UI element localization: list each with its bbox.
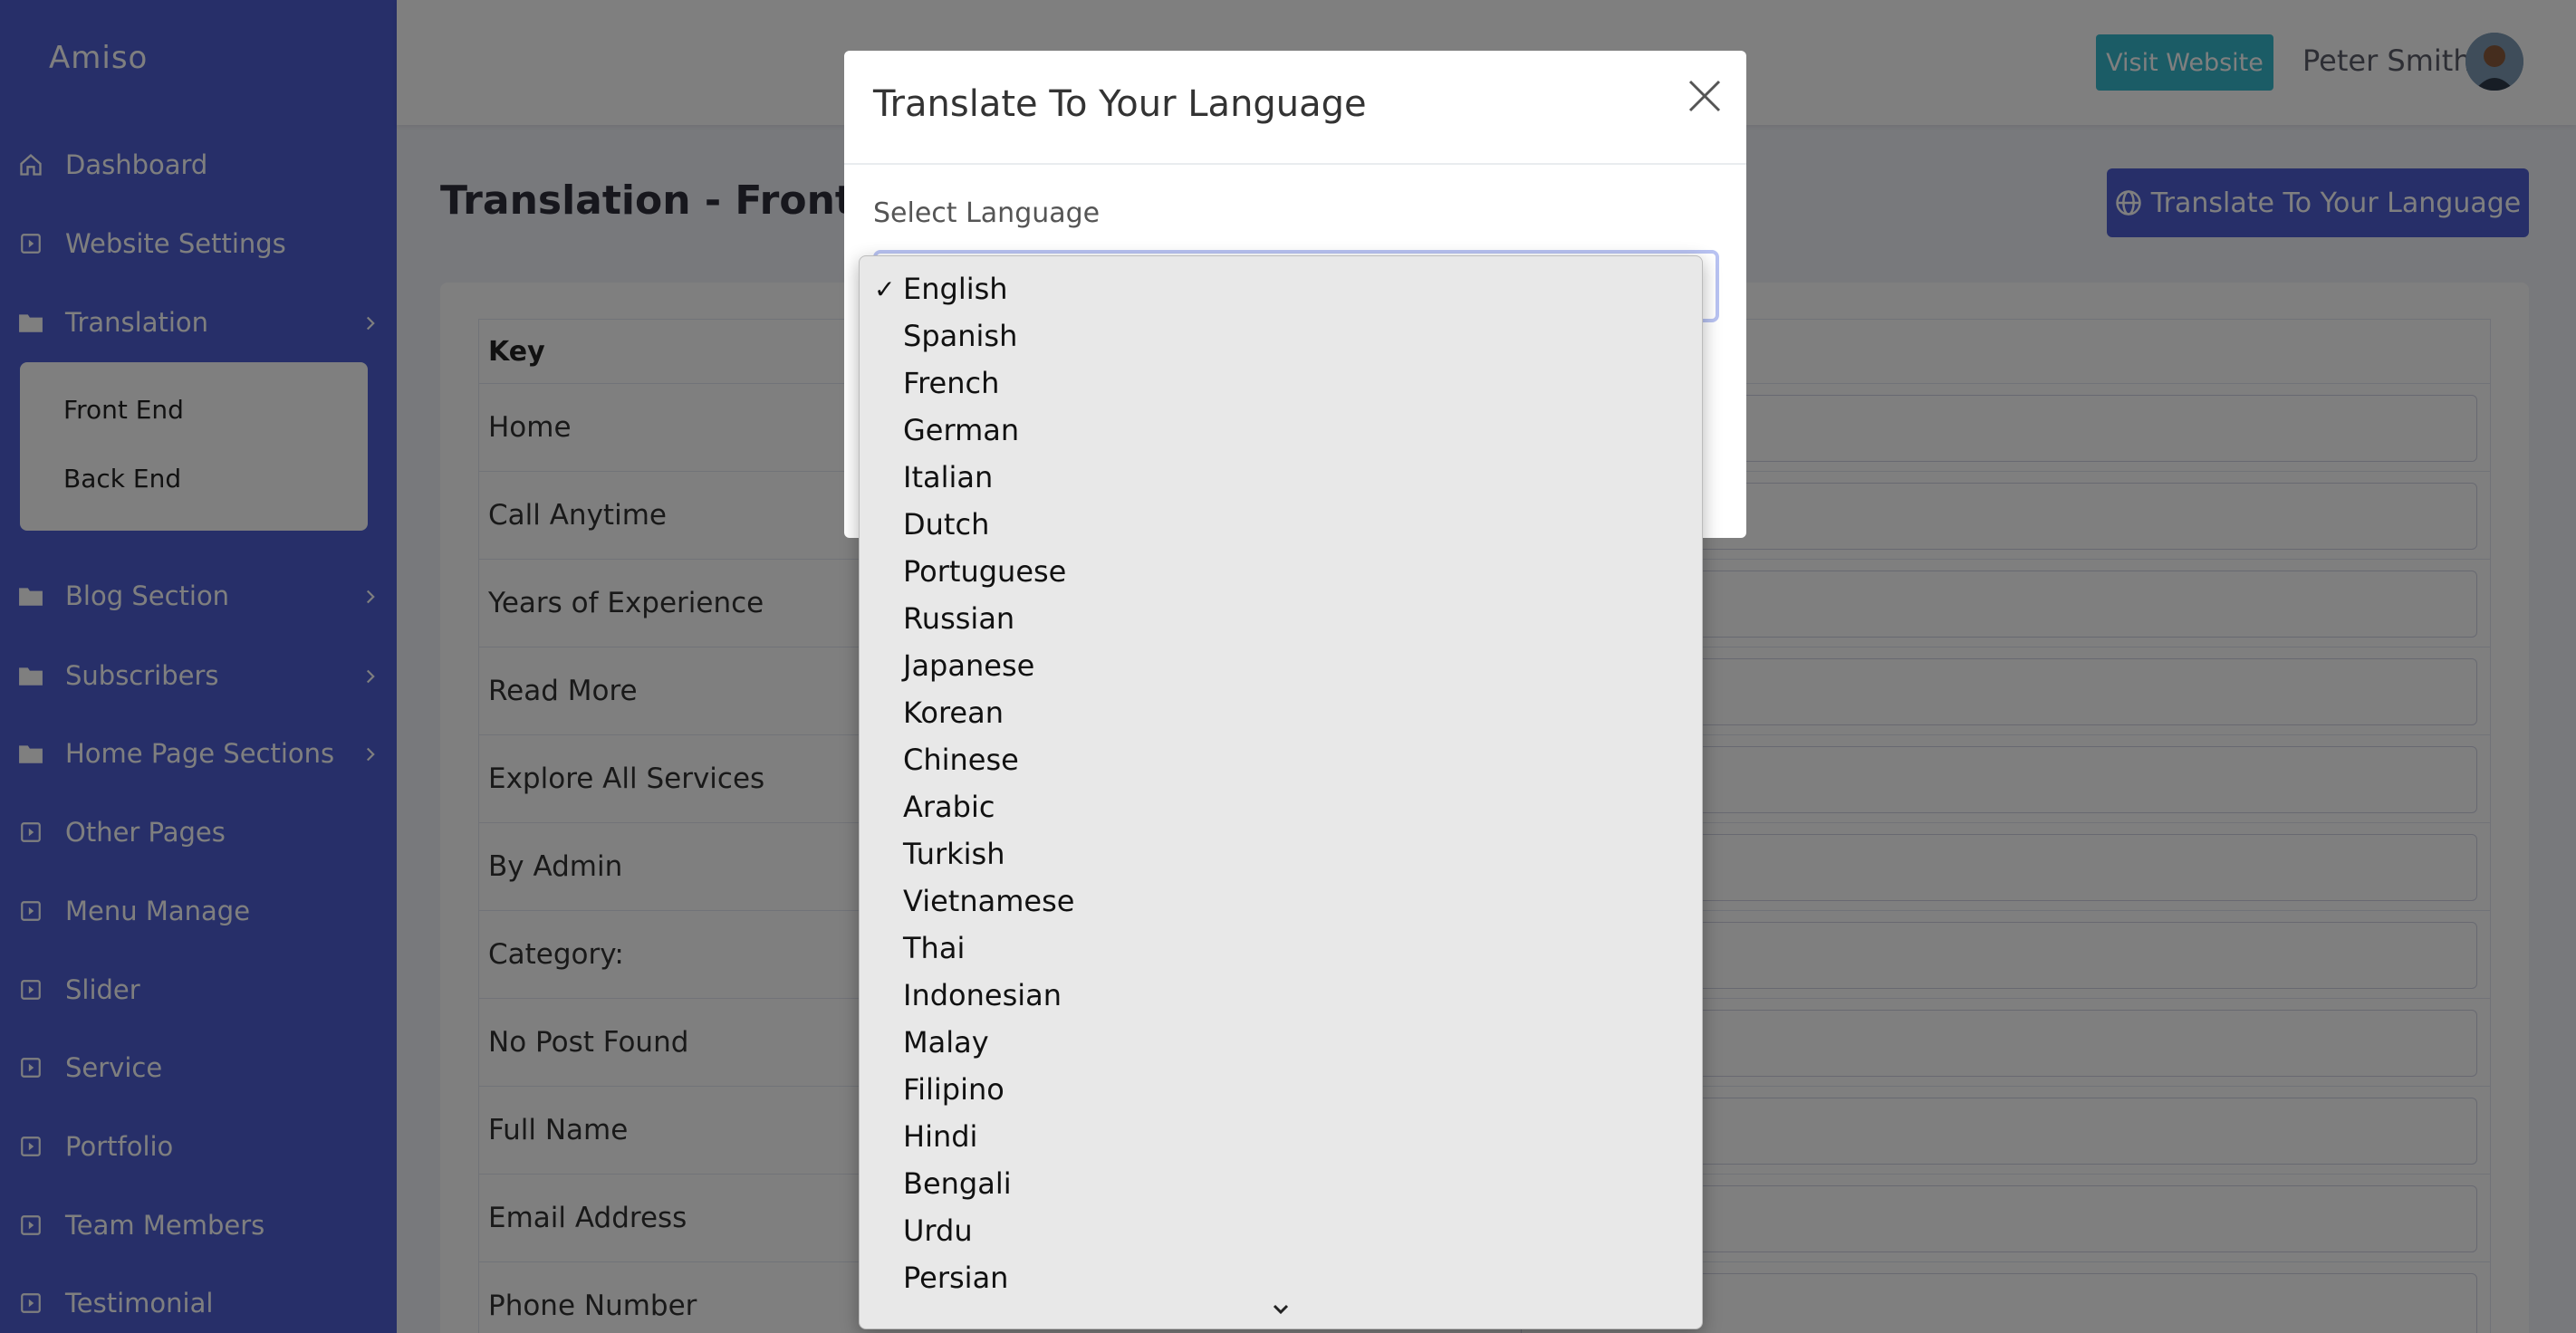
language-option-label: Hindi bbox=[903, 1119, 978, 1154]
language-option[interactable]: Bengali bbox=[860, 1160, 1702, 1207]
language-option[interactable]: Indonesian bbox=[860, 972, 1702, 1019]
language-option[interactable]: Arabic bbox=[860, 783, 1702, 830]
language-option[interactable]: Vietnamese bbox=[860, 877, 1702, 925]
language-option-label: Dutch bbox=[903, 507, 990, 542]
language-option[interactable]: Hindi bbox=[860, 1113, 1702, 1160]
close-button[interactable] bbox=[1679, 71, 1730, 121]
select-language-label: Select Language bbox=[873, 197, 1101, 229]
language-option-label: Portuguese bbox=[903, 554, 1067, 589]
language-option[interactable]: Thai bbox=[860, 925, 1702, 972]
close-icon bbox=[1688, 80, 1721, 112]
language-option-label: Italian bbox=[903, 460, 994, 494]
language-option-label: Indonesian bbox=[903, 978, 1062, 1012]
language-option-label: English bbox=[903, 272, 1008, 306]
language-option[interactable]: Russian bbox=[860, 595, 1702, 642]
language-option[interactable]: Malay bbox=[860, 1019, 1702, 1066]
language-option[interactable]: Japanese bbox=[860, 642, 1702, 689]
checkmark-icon: ✓ bbox=[874, 273, 896, 304]
chevron-down-icon[interactable] bbox=[1267, 1298, 1294, 1321]
language-option[interactable]: Persian bbox=[860, 1254, 1702, 1301]
language-option-label: Turkish bbox=[903, 837, 1005, 871]
language-option-label: Vietnamese bbox=[903, 884, 1075, 918]
language-option-label: Bengali bbox=[903, 1166, 1012, 1201]
language-option-label: Japanese bbox=[903, 648, 1035, 683]
language-option[interactable]: Urdu bbox=[860, 1207, 1702, 1254]
language-option-label: Persian bbox=[903, 1261, 1009, 1295]
language-option[interactable]: Filipino bbox=[860, 1066, 1702, 1113]
language-option-label: Thai bbox=[903, 931, 966, 965]
language-option-label: Urdu bbox=[903, 1213, 973, 1248]
language-option-label: French bbox=[903, 366, 1000, 400]
language-option-label: Korean bbox=[903, 695, 1004, 730]
language-option-label: Chinese bbox=[903, 743, 1019, 777]
modal-title: Translate To Your Language bbox=[873, 83, 1367, 125]
language-option[interactable]: Korean bbox=[860, 689, 1702, 736]
language-option-label: Arabic bbox=[903, 790, 995, 824]
language-option[interactable]: ✓ English bbox=[860, 265, 1702, 312]
language-option[interactable]: Portuguese bbox=[860, 548, 1702, 595]
language-option-label: Spanish bbox=[903, 319, 1018, 353]
modal-divider bbox=[844, 163, 1746, 165]
language-dropdown-list[interactable]: ✓ English Spanish French German Italian Dutch P… bbox=[859, 255, 1703, 1329]
language-option-label: Filipino bbox=[903, 1072, 1004, 1107]
language-option-label: Malay bbox=[903, 1025, 989, 1060]
language-option[interactable]: Italian bbox=[860, 454, 1702, 501]
language-option-label: German bbox=[903, 413, 1020, 447]
language-option[interactable]: French bbox=[860, 360, 1702, 407]
language-option[interactable]: German bbox=[860, 407, 1702, 454]
language-option[interactable]: Dutch bbox=[860, 501, 1702, 548]
language-option[interactable]: Turkish bbox=[860, 830, 1702, 877]
language-option[interactable]: Chinese bbox=[860, 736, 1702, 783]
language-option[interactable]: Spanish bbox=[860, 312, 1702, 360]
language-option-label: Russian bbox=[903, 601, 1015, 636]
